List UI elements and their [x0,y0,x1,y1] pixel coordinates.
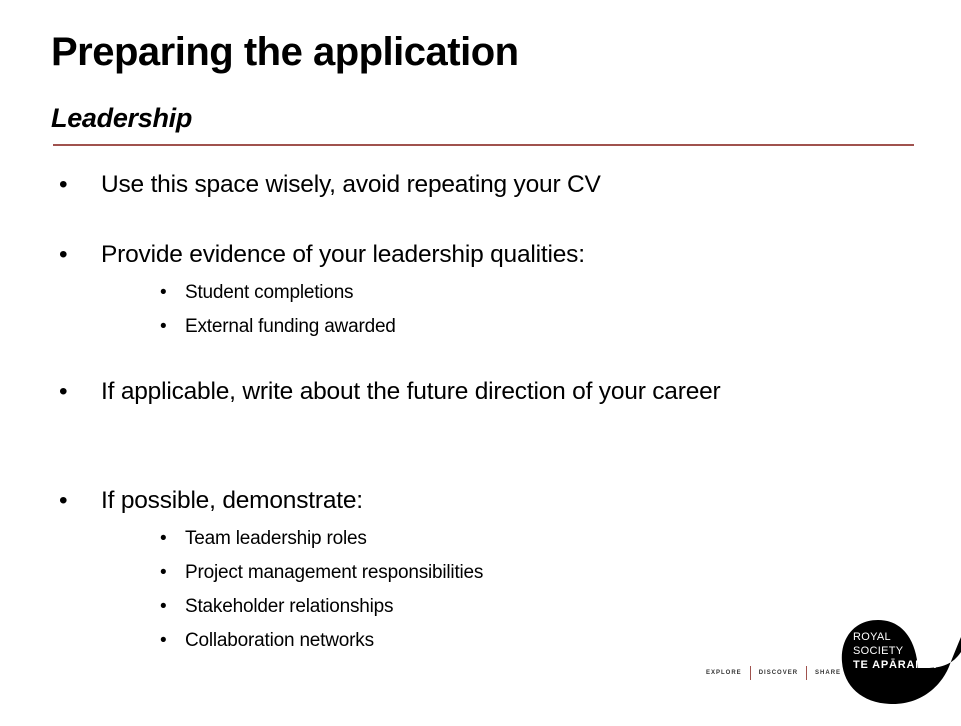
bullet-icon: • [59,487,68,514]
sub-bullet-text: Student completions [185,282,354,303]
sub-bullet-text: External funding awarded [185,316,396,337]
bullet-text: If possible, demonstrate: [101,487,363,514]
bullet-icon: • [59,171,68,198]
slide-subtitle: Leadership [51,103,193,133]
bullet-icon: • [160,316,167,337]
sub-bullet-text: Team leadership roles [185,528,367,549]
sub-bullet-text: Project management responsibilities [185,562,484,583]
bullet-text: Provide evidence of your leadership qual… [101,241,585,268]
footer-tagline: EXPLORE DISCOVER SHARE [706,666,841,680]
bullet-icon: • [59,241,68,268]
bullet-icon: • [160,562,167,583]
title-divider [53,144,914,146]
bullet-text: If applicable, write about the future di… [101,378,721,405]
sub-bullet-item: • External funding awarded [160,310,396,344]
logo-line-royal: ROYAL [853,631,891,643]
bullet-item: • If applicable, write about the future … [59,372,799,411]
sub-bullet-item: • Project management responsibilities [160,556,483,590]
sub-bullet-text: Stakeholder relationships [185,596,394,617]
sub-bullet-item: • Stakeholder relationships [160,590,394,624]
tagline-explore: EXPLORE [706,670,742,676]
logo-text: ROYAL SOCIETY TE APĀRANGI [853,630,937,672]
sub-bullet-item: • Team leadership roles [160,522,367,556]
tagline-separator [749,666,751,680]
sub-bullet-item: • Student completions [160,276,354,310]
slide-title: Preparing the application [51,30,519,74]
bullet-item: • Provide evidence of your leadership qu… [59,235,819,274]
logo-line-te-aparangi: TE APĀRANGI [853,659,938,671]
bullet-icon: • [160,528,167,549]
bullet-icon: • [160,596,167,617]
bullet-icon: • [160,282,167,303]
tagline-discover: DISCOVER [758,670,799,676]
sub-bullet-item: • Collaboration networks [160,624,374,658]
bullet-item: • Use this space wisely, avoid repeating… [59,165,819,204]
logo-line-society: SOCIETY [853,645,904,657]
bullet-icon: • [59,378,68,405]
bullet-item: • If possible, demonstrate: [59,481,819,520]
sub-bullet-text: Collaboration networks [185,630,374,651]
bullet-icon: • [160,630,167,651]
bullet-text: Use this space wisely, avoid repeating y… [101,171,601,198]
tagline-separator [806,666,808,680]
